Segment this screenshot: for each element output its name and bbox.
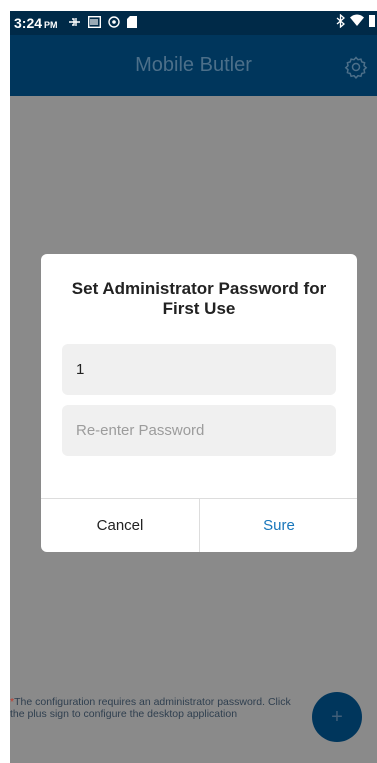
status-ampm: PM bbox=[44, 19, 58, 30]
status-left-icons bbox=[68, 15, 137, 31]
gear-icon bbox=[344, 56, 368, 83]
sdcard-icon bbox=[126, 15, 137, 31]
reenter-password-field[interactable]: Re-enter Password bbox=[62, 405, 336, 456]
status-time: 3:24 bbox=[14, 15, 43, 31]
dialog-title: Set Administrator Password for First Use bbox=[71, 279, 327, 318]
battery-icon bbox=[369, 14, 375, 31]
app-title: Mobile Butler bbox=[135, 54, 252, 76]
app-bar: Mobile Butler bbox=[10, 35, 377, 96]
plus-icon: + bbox=[331, 705, 343, 728]
set-password-dialog: Set Administrator Password for First Use… bbox=[41, 254, 357, 552]
settings-button[interactable] bbox=[344, 55, 368, 80]
configuration-note: *The configuration requires an administr… bbox=[10, 696, 295, 720]
wifi-icon bbox=[350, 14, 364, 31]
cancel-button[interactable]: Cancel bbox=[41, 499, 199, 552]
usb-icon bbox=[68, 16, 81, 31]
password-field[interactable]: 1 bbox=[62, 344, 336, 395]
configuration-note-text: The configuration requires an administra… bbox=[10, 696, 291, 720]
add-button[interactable]: + bbox=[312, 692, 362, 742]
screen: 3:24 PM Mobile Butler Set Administrator … bbox=[10, 11, 377, 763]
status-bar: 3:24 PM bbox=[10, 11, 377, 35]
sync-icon bbox=[107, 15, 120, 31]
sure-button[interactable]: Sure bbox=[200, 499, 357, 552]
status-right-icons bbox=[336, 13, 375, 31]
password-value: 1 bbox=[76, 361, 85, 378]
reenter-password-placeholder: Re-enter Password bbox=[76, 422, 205, 439]
barcode-icon bbox=[87, 15, 101, 31]
bluetooth-icon bbox=[336, 13, 345, 31]
